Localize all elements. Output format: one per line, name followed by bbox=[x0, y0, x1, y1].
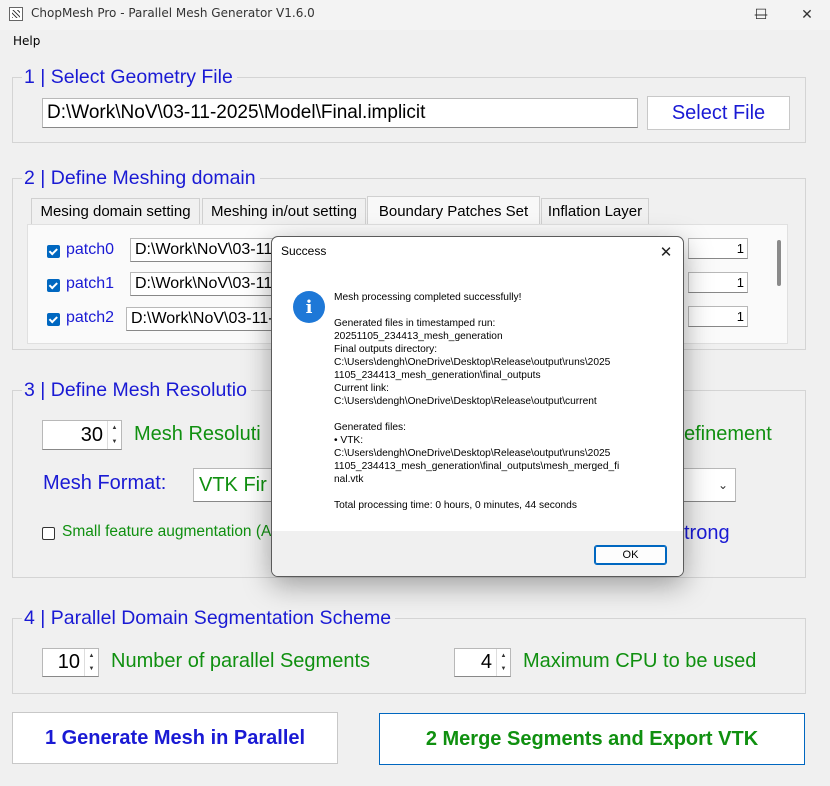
mesh-resolution-label: Mesh Resoluti bbox=[134, 423, 261, 445]
spin-down-icon[interactable]: ▼ bbox=[108, 435, 121, 449]
dialog-message-line: Current link: bbox=[334, 383, 389, 394]
patch2-value-input[interactable]: 1 bbox=[688, 306, 748, 327]
patch0-checkbox[interactable] bbox=[47, 245, 60, 258]
small-feature-label: Small feature augmentation (A bbox=[62, 523, 272, 540]
tab-inflation-layer[interactable]: Inflation Layer bbox=[541, 198, 649, 224]
tab-meshing-in-out-setting[interactable]: Meshing in/out setting bbox=[202, 198, 366, 224]
select-file-button[interactable]: Select File bbox=[647, 96, 790, 130]
ok-button[interactable]: OK bbox=[594, 545, 667, 565]
menu-help[interactable]: Help bbox=[13, 34, 40, 48]
strong-label: trong bbox=[684, 522, 730, 544]
patch1-value-input[interactable]: 1 bbox=[688, 272, 748, 293]
dialog-message-line: Generated files: bbox=[334, 422, 406, 433]
minimize-button-2[interactable] bbox=[696, 0, 742, 30]
generate-mesh-button[interactable]: 1 Generate Mesh in Parallel bbox=[12, 712, 338, 764]
dialog-close-icon[interactable]: ✕ bbox=[649, 237, 683, 267]
patch1-label: patch1 bbox=[66, 275, 115, 292]
dialog-message-line bbox=[334, 486, 664, 499]
dialog-message-line: • VTK: bbox=[334, 435, 364, 446]
patch0-path-input[interactable]: D:\Work\NoV\03-11 bbox=[130, 238, 280, 262]
section2-title: 2 | Define Meshing domain bbox=[22, 167, 260, 190]
segments-value: 10 bbox=[57, 651, 80, 673]
spin-up-icon[interactable]: ▲ bbox=[497, 649, 510, 663]
section4-title: 4 | Parallel Domain Segmentation Scheme bbox=[22, 607, 396, 630]
refinement-label: efinement bbox=[684, 423, 772, 445]
chevron-down-icon[interactable]: ⌄ bbox=[718, 478, 728, 492]
dialog-message-line: 20251105_234413_mesh_generation bbox=[334, 331, 503, 342]
cpu-spinbox[interactable]: 4 ▲ ▼ bbox=[454, 648, 511, 677]
dialog-message-line: Total processing time: 0 hours, 0 minute… bbox=[334, 500, 577, 511]
dialog-message-line bbox=[334, 304, 664, 317]
patch2-checkbox[interactable] bbox=[47, 313, 60, 326]
merge-export-button[interactable]: 2 Merge Segments and Export VTK bbox=[379, 713, 805, 765]
spin-arrows[interactable]: ▲ ▼ bbox=[107, 421, 121, 449]
tab-boundary-patches-set[interactable]: Boundary Patches Set bbox=[367, 196, 540, 226]
patch0-value-input[interactable]: 1 bbox=[688, 238, 748, 259]
small-feature-checkbox[interactable] bbox=[42, 527, 55, 540]
info-icon: i bbox=[293, 291, 325, 323]
patch0-label: patch0 bbox=[66, 241, 115, 258]
patches-scrollbar-thumb[interactable] bbox=[777, 240, 781, 286]
spin-up-icon[interactable]: ▲ bbox=[85, 649, 98, 663]
section1-title: 1 | Select Geometry File bbox=[22, 66, 237, 89]
dialog-message-line bbox=[334, 408, 664, 421]
spin-arrows[interactable]: ▲ ▼ bbox=[84, 649, 98, 676]
dialog-message-line: C:\Users\dengh\OneDrive\Desktop\Release\… bbox=[334, 357, 611, 368]
dialog-message-line: Mesh processing completed successfully! bbox=[334, 292, 522, 303]
patch2-path-input[interactable]: D:\Work\NoV\03-11- bbox=[126, 307, 280, 331]
menu-bar bbox=[0, 30, 830, 52]
cpu-value: 4 bbox=[480, 651, 492, 673]
dialog-message-line: nal.vtk bbox=[334, 474, 364, 485]
patch1-checkbox[interactable] bbox=[47, 279, 60, 292]
close-button[interactable]: ✕ bbox=[784, 0, 830, 30]
dialog-message-line: C:\Users\dengh\OneDrive\Desktop\Release\… bbox=[334, 448, 611, 459]
maximize-button[interactable]: ☐ bbox=[738, 0, 784, 30]
mesh-resolution-value: 30 bbox=[80, 423, 103, 446]
spin-down-icon[interactable]: ▼ bbox=[497, 663, 510, 677]
mesh-resolution-spinbox[interactable]: 30 ▲ ▼ bbox=[42, 420, 122, 450]
segments-spinbox[interactable]: 10 ▲ ▼ bbox=[42, 648, 99, 677]
dialog-title: Success bbox=[281, 244, 327, 258]
dialog-message-line: C:\Users\dengh\OneDrive\Desktop\Release\… bbox=[334, 396, 597, 407]
patch2-label: patch2 bbox=[66, 309, 115, 326]
dialog-message-line: 1105_234413_mesh_generation\final_output… bbox=[334, 370, 541, 381]
geometry-file-path-input[interactable]: D:\Work\NoV\03-11-2025\Model\Final.impli… bbox=[42, 98, 638, 128]
dialog-message: Mesh processing completed successfully! G… bbox=[334, 291, 664, 512]
app-icon bbox=[9, 7, 23, 21]
spin-down-icon[interactable]: ▼ bbox=[85, 663, 98, 677]
spin-up-icon[interactable]: ▲ bbox=[108, 421, 121, 435]
tab-mesing-domain-setting[interactable]: Mesing domain setting bbox=[31, 198, 200, 224]
success-dialog: Success ✕ i Mesh processing completed su… bbox=[271, 236, 684, 577]
window-title: ChopMesh Pro - Parallel Mesh Generator V… bbox=[31, 6, 315, 20]
patch1-path-input[interactable]: D:\Work\NoV\03-11 bbox=[130, 272, 280, 296]
dialog-message-line: Generated files in timestamped run: bbox=[334, 318, 496, 329]
dialog-message-line: 1105_234413_mesh_generation\final_output… bbox=[334, 461, 620, 472]
segments-label: Number of parallel Segments bbox=[111, 650, 371, 672]
spin-arrows[interactable]: ▲ ▼ bbox=[496, 649, 510, 676]
section3-title: 3 | Define Mesh Resolutio bbox=[22, 379, 251, 402]
mesh-format-label: Mesh Format: bbox=[43, 472, 167, 494]
cpu-label: Maximum CPU to be used bbox=[523, 650, 757, 672]
dialog-message-line: Final outputs directory: bbox=[334, 344, 438, 355]
